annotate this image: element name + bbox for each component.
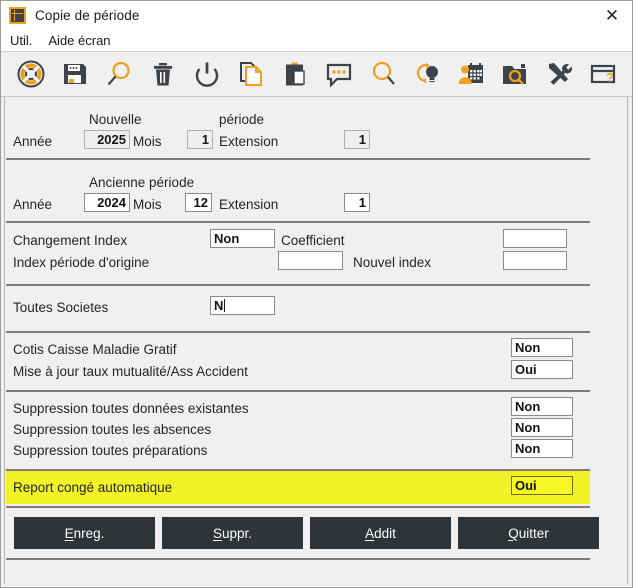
suppression-preparations-field[interactable]: Non	[511, 439, 573, 458]
nouvelle-extension-field[interactable]: 1	[344, 130, 370, 149]
nouvelle-extension-label: Extension	[219, 134, 279, 149]
nouvelle-annee-label: Année	[13, 134, 53, 149]
title-bar: Copie de période ✕	[1, 1, 632, 29]
changement-index-label: Changement Index	[13, 233, 128, 248]
cotis-caisse-label: Cotis Caisse Maladie Gratif	[13, 342, 177, 357]
separator-8	[6, 558, 590, 560]
search-icon[interactable]	[361, 54, 405, 94]
button-bar: Enreg. Suppr. Addit Quitter	[14, 517, 599, 549]
cotis-caisse-field[interactable]: Non	[511, 338, 573, 357]
menu-item-aide-ecran[interactable]: Aide écran	[48, 33, 110, 48]
svg-text:?: ?	[606, 70, 614, 85]
mise-a-jour-taux-field[interactable]: Oui	[511, 360, 573, 379]
window-help-icon[interactable]: ?	[581, 54, 625, 94]
group-societes: Toutes Societes N	[5, 286, 627, 331]
ancienne-header: Ancienne période	[89, 175, 195, 190]
window-title: Copie de période	[35, 7, 140, 23]
group-nouvelle-periode: Nouvelle période Année 2025 Mois 1 Exten…	[5, 97, 627, 158]
menu-bar: Util. Aide écran	[1, 29, 632, 51]
coefficient-label: Coefficient	[281, 233, 345, 248]
quitter-button-mnemonic: Q	[508, 525, 519, 541]
changement-index-field[interactable]: Non	[210, 229, 275, 248]
person-calendar-icon[interactable]	[449, 54, 493, 94]
ancienne-annee-label: Année	[13, 197, 53, 212]
group-suppression: Suppression toutes données existantes No…	[5, 392, 627, 469]
suppr-button-mnemonic: S	[212, 525, 222, 541]
toolbar: ?	[1, 51, 632, 97]
suppr-button-label: uppr.	[221, 525, 253, 541]
ancienne-mois-label: Mois	[133, 197, 162, 212]
enreg-button-label: nreg.	[73, 525, 105, 541]
coefficient-field[interactable]	[503, 229, 567, 248]
nouvel-index-field[interactable]	[503, 251, 567, 270]
magnifier-plus-icon[interactable]	[97, 54, 141, 94]
addit-button-label: ddit	[374, 525, 396, 541]
group-cotisations: Cotis Caisse Maladie Gratif Non Mise à j…	[5, 333, 627, 390]
nouvelle-header-right: période	[219, 112, 265, 127]
toutes-societes-field[interactable]: N	[210, 296, 275, 315]
ancienne-extension-label: Extension	[219, 197, 279, 212]
mise-a-jour-taux-label: Mise à jour taux mutualité/Ass Accident	[13, 364, 248, 379]
ancienne-extension-field[interactable]: 1	[344, 193, 370, 212]
ancienne-mois-field[interactable]: 12	[185, 193, 212, 212]
suppression-preparations-label: Suppression toutes préparations	[13, 443, 208, 458]
save-floppy-icon[interactable]	[53, 54, 97, 94]
nouvel-index-label: Nouvel index	[353, 255, 432, 270]
nouvelle-mois-label: Mois	[133, 134, 162, 149]
refresh-bulb-icon[interactable]	[405, 54, 449, 94]
nouvelle-annee-field[interactable]: 2025	[84, 130, 130, 149]
suppression-donnees-field[interactable]: Non	[511, 397, 573, 416]
ancienne-annee-field[interactable]: 2024	[84, 193, 130, 212]
index-origine-label: Index période d'origine	[13, 255, 150, 270]
group-ancienne-periode: Ancienne période Année 2024 Mois 12 Exte…	[5, 160, 627, 221]
lifebuoy-icon[interactable]	[9, 54, 53, 94]
clipboard-paste-icon[interactable]	[273, 54, 317, 94]
report-conge-label: Report congé automatique	[13, 480, 173, 495]
menu-item-util[interactable]: Util.	[10, 33, 32, 48]
group-report-conge: Report congé automatique Oui	[5, 471, 627, 506]
folder-search-icon[interactable]	[493, 54, 537, 94]
enreg-button[interactable]: Enreg.	[14, 517, 155, 549]
close-icon[interactable]: ✕	[601, 4, 623, 26]
index-origine-field[interactable]	[278, 251, 343, 270]
report-conge-field[interactable]: Oui	[511, 476, 573, 495]
suppression-donnees-label: Suppression toutes données existantes	[13, 401, 249, 416]
nouvelle-header-left: Nouvelle	[89, 112, 142, 127]
text-caret	[224, 299, 226, 312]
button-bar-group: Enreg. Suppr. Addit Quitter	[5, 508, 627, 558]
nouvelle-mois-field[interactable]: 1	[187, 130, 213, 149]
addit-button-mnemonic: A	[365, 525, 375, 541]
quitter-button[interactable]: Quitter	[458, 517, 599, 549]
form-panel: Nouvelle période Année 2025 Mois 1 Exten…	[4, 97, 628, 584]
addit-button[interactable]: Addit	[310, 517, 451, 549]
copy-page-icon[interactable]	[229, 54, 273, 94]
trash-icon[interactable]	[141, 54, 185, 94]
suppression-absences-field[interactable]: Non	[511, 418, 573, 437]
group-index: Changement Index Non Coefficient Index p…	[5, 223, 627, 284]
quitter-button-label: uitter	[518, 525, 549, 541]
toutes-societes-label: Toutes Societes	[13, 300, 109, 315]
power-icon[interactable]	[185, 54, 229, 94]
comment-bubble-icon[interactable]	[317, 54, 361, 94]
suppression-absences-label: Suppression toutes les absences	[13, 422, 212, 437]
enreg-button-mnemonic: E	[64, 525, 74, 541]
app-window-icon	[9, 6, 26, 24]
suppr-button[interactable]: Suppr.	[162, 517, 303, 549]
application-window: Copie de période ✕ Util. Aide écran ? No…	[0, 0, 633, 588]
tools-icon[interactable]	[537, 54, 581, 94]
toutes-societes-value: N	[214, 298, 224, 313]
